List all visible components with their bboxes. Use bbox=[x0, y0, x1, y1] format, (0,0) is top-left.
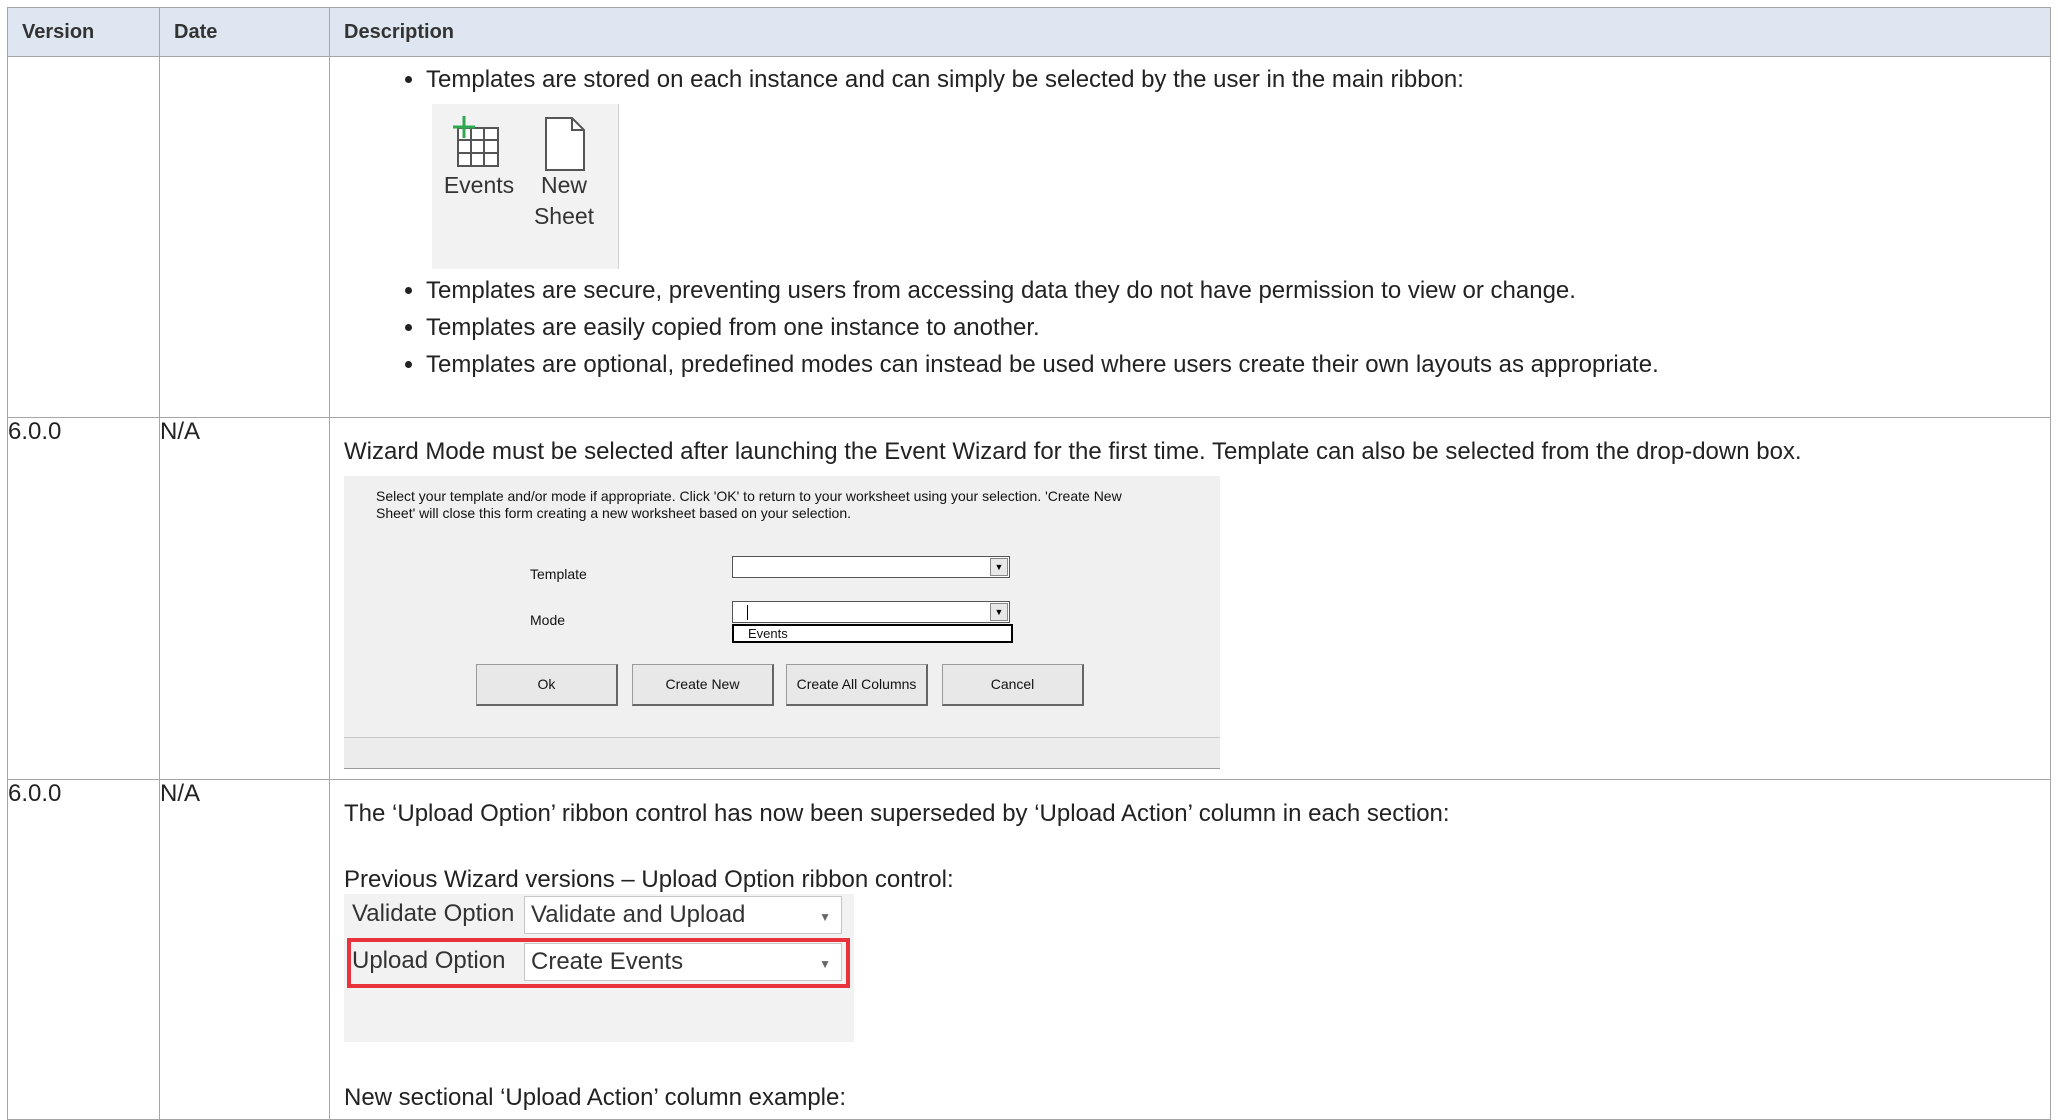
wizard-mode-dialog: Select your template and/or mode if appr… bbox=[344, 476, 1220, 769]
dropdown-arrow-icon[interactable]: ▼ bbox=[990, 603, 1008, 621]
ribbon-group: Events New Sheet bbox=[432, 104, 619, 269]
bullet-item: Templates are secure, preventing users f… bbox=[426, 272, 2050, 309]
highlight-box bbox=[347, 938, 850, 988]
template-combo[interactable]: ▼ bbox=[732, 556, 1010, 578]
bullet-item: Templates are optional, predefined modes… bbox=[426, 346, 2050, 383]
dialog-status-strip bbox=[344, 737, 1220, 768]
description-cell: Wizard Mode must be selected after launc… bbox=[329, 417, 2051, 780]
template-label: Template bbox=[530, 566, 587, 582]
ok-button[interactable]: Ok bbox=[476, 664, 618, 706]
date-cell: N/A bbox=[159, 417, 330, 780]
chevron-down-icon: ▼ bbox=[819, 910, 831, 924]
validate-option-dropdown[interactable]: Validate and Upload ▼ bbox=[524, 896, 842, 934]
events-button-label[interactable]: Events bbox=[440, 170, 518, 201]
revision-table: Version Date Description Templates are s… bbox=[7, 7, 2051, 1120]
cancel-button[interactable]: Cancel bbox=[942, 664, 1084, 706]
description-cell: The ‘Upload Option’ ribbon control has n… bbox=[329, 779, 2051, 1120]
header-version: Version bbox=[7, 7, 160, 57]
mode-label: Mode bbox=[530, 612, 566, 628]
table-header-row: Version Date Description bbox=[7, 7, 2051, 57]
table-row: Templates are stored on each instance an… bbox=[7, 56, 2051, 418]
description-text: Wizard Mode must be selected after launc… bbox=[344, 438, 1802, 465]
dropdown-arrow-icon[interactable]: ▼ bbox=[990, 558, 1008, 576]
version-cell bbox=[7, 56, 160, 418]
description-text: The ‘Upload Option’ ribbon control has n… bbox=[344, 800, 1450, 827]
table-row: 6.0.0 N/A Wizard Mode must be selected a… bbox=[7, 417, 2051, 780]
bullet-item: Templates are easily copied from one ins… bbox=[426, 309, 2050, 346]
text-cursor bbox=[747, 605, 748, 620]
mode-combo[interactable]: ▼ bbox=[732, 601, 1010, 623]
wizard-message: Select your template and/or mode if appr… bbox=[376, 488, 1122, 521]
new-sheet-button-label[interactable]: New Sheet bbox=[524, 170, 604, 232]
validate-option-label: Validate Option bbox=[352, 900, 515, 927]
mode-option-events[interactable]: Events bbox=[732, 624, 1013, 643]
date-cell bbox=[159, 56, 330, 418]
events-table-icon[interactable] bbox=[446, 114, 506, 177]
date-cell: N/A bbox=[159, 779, 330, 1120]
description-cell: Templates are stored on each instance an… bbox=[329, 56, 2051, 418]
previous-caption: Previous Wizard versions – Upload Option… bbox=[344, 866, 954, 893]
create-all-columns-button[interactable]: Create All Columns bbox=[786, 664, 928, 706]
create-new-button[interactable]: Create New bbox=[632, 664, 774, 706]
header-description: Description bbox=[329, 7, 2051, 57]
bullet-item: Templates are stored on each instance an… bbox=[426, 61, 2050, 98]
table-row: 6.0.0 N/A The ‘Upload Option’ ribbon con… bbox=[7, 779, 2051, 1120]
new-caption: New sectional ‘Upload Action’ column exa… bbox=[344, 1084, 847, 1111]
header-date: Date bbox=[159, 7, 330, 57]
upload-option-ribbon: Validate Option Validate and Upload ▼ Up… bbox=[344, 894, 854, 1042]
version-cell: 6.0.0 bbox=[7, 417, 160, 780]
version-cell: 6.0.0 bbox=[7, 779, 160, 1120]
